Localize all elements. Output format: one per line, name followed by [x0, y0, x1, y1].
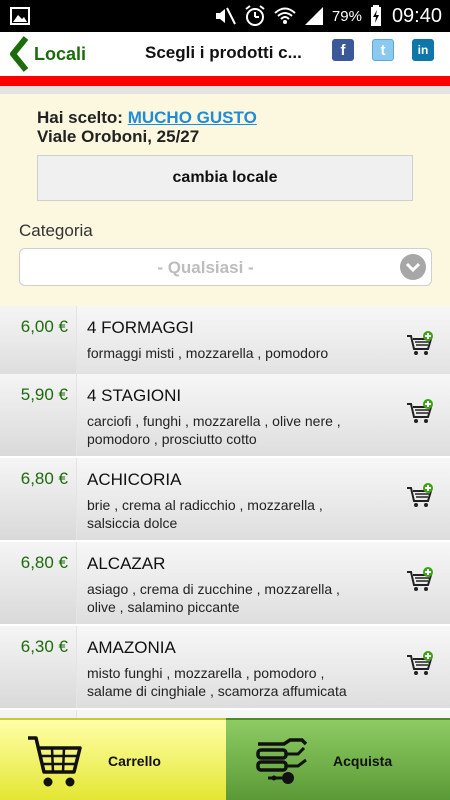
chevron-down-icon [400, 254, 426, 280]
facebook-icon[interactable]: f [332, 39, 354, 61]
product-row[interactable]: 6,80 € ALCAZAR asiago , crema di zucchin… [0, 542, 450, 626]
category-select[interactable]: - Qualsiasi - [19, 248, 432, 286]
product-row[interactable]: 6,80 € ACHICORIA brie , crema al radicch… [0, 458, 450, 542]
store-selection-panel: Hai scelto: MUCHO GUSTO Viale Oroboni, 2… [0, 94, 450, 306]
product-row-partial[interactable] [0, 710, 450, 718]
product-ingredients: carciofi , funghi , mozzarella , olive n… [87, 413, 341, 447]
product-name: AMAZONIA [87, 638, 176, 657]
bottom-action-bar: Carrello Acquista [0, 718, 450, 800]
product-price: 6,30 € [20, 637, 68, 656]
twitter-icon[interactable]: t [372, 39, 394, 61]
checkout-icon [256, 738, 308, 784]
checkout-label: Acquista [333, 753, 393, 769]
wifi-icon [274, 7, 296, 24]
add-to-cart-icon[interactable] [406, 330, 434, 358]
add-to-cart-icon[interactable] [406, 482, 434, 510]
product-ingredients: misto funghi , mozzarella , pomodoro , s… [87, 665, 347, 699]
product-price: 6,80 € [20, 553, 68, 572]
product-name: 4 STAGIONI [87, 386, 182, 405]
chosen-prefix: Hai scelto: [37, 108, 123, 127]
checkout-button[interactable]: Acquista [226, 718, 450, 800]
product-list: 6,00 € 4 FORMAGGI formaggi misti , mozza… [0, 306, 450, 718]
product-row[interactable]: 5,90 € 4 STAGIONI carciofi , funghi , mo… [0, 374, 450, 458]
add-to-cart-icon[interactable] [406, 650, 434, 678]
battery-icon [370, 5, 381, 26]
app-header: Locali Scegli i prodotti c... f t in [0, 32, 450, 76]
product-ingredients: formaggi misti , mozzarella , pomodoro [87, 345, 329, 361]
product-name: ACHICORIA [87, 470, 182, 489]
product-name: 4 FORMAGGI [87, 318, 194, 337]
header-accent-bar [0, 76, 450, 86]
status-bar: 79% 09:40 [0, 0, 450, 32]
shopping-cart-icon [28, 736, 82, 787]
page-title: Scegli i prodotti c... [145, 43, 302, 62]
product-name: ALCAZAR [87, 554, 166, 573]
change-store-button[interactable]: cambia locale [37, 155, 413, 201]
product-row[interactable]: 6,30 € AMAZONIA misto funghi , mozzarell… [0, 626, 450, 710]
signal-icon [304, 7, 323, 25]
add-to-cart-icon[interactable] [406, 566, 434, 594]
add-to-cart-icon[interactable] [406, 398, 434, 426]
alarm-icon [245, 5, 265, 26]
shop-address: Viale Oroboni, 25/27 [37, 127, 200, 146]
back-button[interactable]: Locali [8, 32, 86, 76]
linkedin-icon[interactable]: in [412, 39, 434, 61]
product-price: 5,90 € [20, 385, 68, 404]
battery-percent: 79% [331, 7, 362, 25]
product-price: 6,00 € [20, 317, 68, 336]
chosen-store: Hai scelto: MUCHO GUSTO Viale Oroboni, 2… [37, 108, 257, 146]
header-divider [0, 86, 450, 94]
cart-button[interactable]: Carrello [0, 718, 226, 800]
product-ingredients: asiago , crema di zucchine , mozzarella … [87, 581, 340, 615]
back-chevron-icon [10, 36, 29, 72]
category-value: - Qualsiasi - [157, 258, 254, 277]
product-price: 6,80 € [20, 469, 68, 488]
back-label: Locali [34, 43, 87, 64]
category-label: Categoria [19, 221, 93, 240]
product-ingredients: brie , crema al radicchio , mozzarella ,… [87, 497, 323, 531]
cart-label: Carrello [108, 753, 161, 769]
mute-icon [215, 7, 236, 25]
clock: 09:40 [391, 4, 442, 27]
shop-name-link[interactable]: MUCHO GUSTO [128, 108, 257, 127]
gallery-icon [10, 7, 30, 25]
